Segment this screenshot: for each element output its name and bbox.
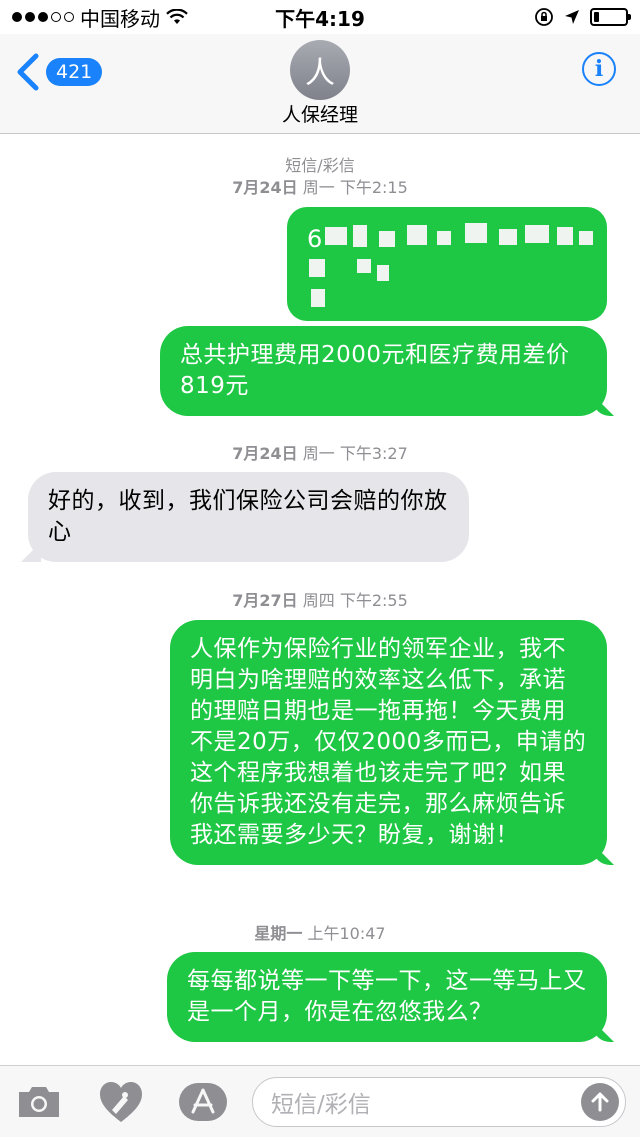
timestamp-1: 7月24日 周一 下午2:15 <box>232 178 408 197</box>
info-button[interactable]: i <box>582 52 616 86</box>
signal-strength-icon <box>12 12 74 22</box>
wifi-icon <box>166 9 188 24</box>
outgoing-message-3[interactable]: 每每都说等一下等一下，这一等马上又是一个月，你是在忽悠我么？ <box>167 952 607 1042</box>
message-input[interactable]: 短信/彩信 <box>252 1076 626 1127</box>
contact-avatar[interactable]: 人 <box>290 40 350 100</box>
camera-button[interactable] <box>14 1077 64 1127</box>
message-input-placeholder: 短信/彩信 <box>271 1091 371 1118</box>
battery-icon <box>590 8 631 26</box>
timestamp-3: 7月27日 周四 下午2:55 <box>232 591 408 610</box>
timestamp-4: 星期一 上午10:47 <box>254 924 386 943</box>
incoming-message-1[interactable]: 好的，收到，我们保险公司会赔的你放心 <box>28 472 469 562</box>
digital-touch-button[interactable] <box>96 1077 146 1127</box>
back-button[interactable]: 421 <box>14 52 103 92</box>
camera-icon <box>19 1086 59 1117</box>
send-button[interactable] <box>581 1082 619 1121</box>
location-arrow-icon <box>565 10 579 24</box>
timestamp-2: 7月24日 周一 下午3:27 <box>232 444 408 463</box>
outgoing-message-2[interactable]: 人保作为保险行业的领军企业，我不明白为啥理赔的效率这么低下，承诺的理赔日期也是一… <box>170 620 607 865</box>
compose-bar: 短信/彩信 <box>0 1065 640 1137</box>
status-bar: 中国移动 下午4:19 <box>0 0 640 34</box>
conversation-header: 421 人 人保经理 i <box>0 34 640 134</box>
app-store-icon <box>179 1082 227 1121</box>
app-store-button[interactable] <box>178 1077 228 1127</box>
rotation-lock-icon <box>535 8 553 26</box>
redacted-prefix: 6 <box>307 225 323 253</box>
heart-hand-icon <box>100 1081 142 1122</box>
channel-label: 短信/彩信 <box>285 156 355 175</box>
unread-count-badge: 421 <box>46 58 103 86</box>
carrier-name: 中国移动 <box>80 6 160 31</box>
redacted-message[interactable]: 6 <box>287 207 607 321</box>
chevron-left-icon <box>17 53 39 91</box>
status-left: 中国移动 <box>12 3 188 32</box>
contact-name[interactable]: 人保经理 <box>0 100 640 127</box>
status-right <box>534 7 631 27</box>
outgoing-message-1[interactable]: 总共护理费用2000元和医疗费用差价819元 <box>160 326 607 416</box>
arrow-up-icon <box>591 1092 609 1111</box>
